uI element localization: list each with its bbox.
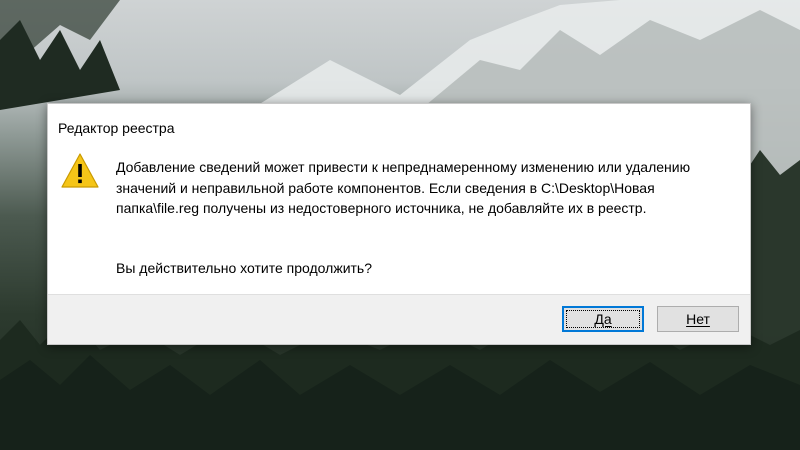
focus-rectangle: [566, 310, 640, 328]
message-dialog: Редактор реестра Добавление сведений мож…: [47, 103, 751, 345]
no-button-label: Нет: [686, 311, 710, 327]
yes-button[interactable]: Да: [562, 306, 644, 332]
dialog-title: Редактор реестра: [58, 120, 175, 136]
warning-icon: [61, 153, 99, 188]
dialog-footer: Да Нет: [48, 294, 750, 344]
no-button[interactable]: Нет: [657, 306, 739, 332]
dialog-message: Добавление сведений может привести к неп…: [116, 159, 691, 216]
dialog-question: Вы действительно хотите продолжить?: [116, 260, 373, 276]
